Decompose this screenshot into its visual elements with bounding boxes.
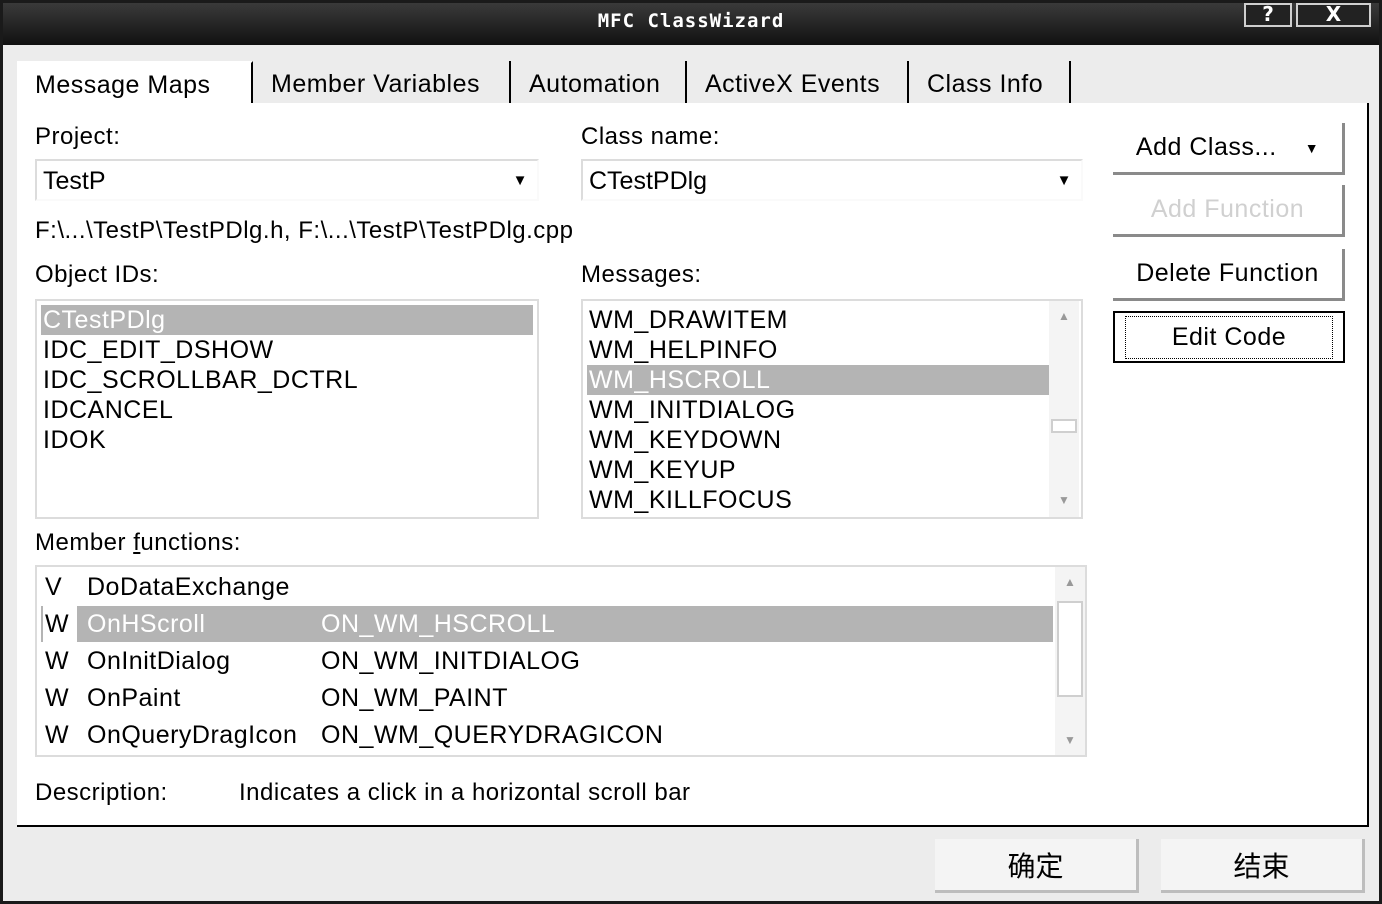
add-class-label: Add Class...: [1135, 133, 1277, 161]
close-button[interactable]: X: [1296, 3, 1371, 27]
member-functions-label: Member functions:: [35, 529, 241, 556]
object-id-item[interactable]: CTestPDlg: [41, 305, 533, 335]
message-item[interactable]: WM_HSCROLL: [587, 365, 1049, 395]
object-id-item[interactable]: IDCANCEL: [41, 395, 173, 425]
chevron-down-icon[interactable]: ▼: [503, 161, 537, 199]
add-class-button[interactable]: Add Class... ▼: [1113, 123, 1345, 175]
scroll-up-icon[interactable]: ▲: [1055, 569, 1085, 595]
help-button[interactable]: ?: [1244, 3, 1292, 27]
scroll-thumb[interactable]: [1057, 601, 1083, 697]
member-function-row[interactable]: W OnQueryDragIcon ON_WM_QUERYDRAGICON: [41, 717, 1053, 753]
object-id-item[interactable]: IDC_EDIT_DSHOW: [41, 335, 274, 365]
function-handler: ON_WM_QUERYDRAGICON: [321, 721, 664, 749]
member-functions-scrollbar[interactable]: ▲ ▼: [1055, 567, 1085, 755]
project-label: Project:: [35, 123, 121, 150]
object-id-item[interactable]: IDC_SCROLLBAR_DCTRL: [41, 365, 358, 395]
function-type: W: [45, 647, 70, 675]
edit-code-label: Edit Code: [1124, 315, 1334, 359]
member-functions-list[interactable]: V DoDataExchange W OnHScroll ON_WM_HSCRO…: [35, 565, 1087, 757]
description-label: Description:: [35, 779, 168, 806]
tab-member-variables[interactable]: Member Variables: [253, 61, 511, 107]
function-handler: ON_WM_PAINT: [321, 684, 508, 712]
class-name-label: Class name:: [581, 123, 720, 150]
tab-automation[interactable]: Automation: [511, 61, 687, 107]
function-name: OnInitDialog: [87, 647, 231, 675]
tab-activex-events[interactable]: ActiveX Events: [687, 61, 909, 107]
cancel-button[interactable]: 结束: [1161, 839, 1365, 893]
function-handler: ON_WM_HSCROLL: [321, 610, 556, 638]
ok-button[interactable]: 确定: [935, 839, 1139, 893]
function-name: OnPaint: [87, 684, 181, 712]
object-ids-list[interactable]: CTestPDlg IDC_EDIT_DSHOW IDC_SCROLLBAR_D…: [35, 299, 539, 519]
title-bar[interactable]: MFC ClassWizard ? X: [3, 3, 1379, 45]
function-handler: ON_WM_INITDIALOG: [321, 647, 581, 675]
object-id-item[interactable]: IDOK: [41, 425, 106, 455]
delete-function-button[interactable]: Delete Function: [1113, 249, 1345, 301]
member-function-row[interactable]: W OnPaint ON_WM_PAINT: [41, 680, 1053, 716]
edit-code-button[interactable]: Edit Code: [1113, 311, 1345, 363]
member-function-row[interactable]: V DoDataExchange: [41, 569, 1053, 605]
scroll-up-icon[interactable]: ▲: [1049, 303, 1079, 329]
scroll-thumb[interactable]: [1051, 419, 1077, 433]
chevron-down-icon: ▼: [1304, 139, 1320, 156]
scroll-down-icon[interactable]: ▼: [1055, 727, 1085, 753]
message-item[interactable]: WM_DRAWITEM: [587, 305, 788, 335]
member-function-row[interactable]: W OnInitDialog ON_WM_INITDIALOG: [41, 643, 1053, 679]
message-item[interactable]: WM_KILLFOCUS: [587, 485, 792, 515]
project-value: TestP: [43, 167, 106, 195]
class-name-combo[interactable]: CTestPDlg ▼: [581, 159, 1083, 201]
message-maps-page: Project: TestP ▼ Class name: CTestPDlg ▼…: [17, 103, 1369, 827]
message-item[interactable]: WM_INITDIALOG: [587, 395, 796, 425]
messages-label: Messages:: [581, 261, 702, 288]
file-path: F:\...\TestP\TestPDlg.h, F:\...\TestP\Te…: [35, 217, 574, 244]
message-item[interactable]: WM_HELPINFO: [587, 335, 778, 365]
scroll-down-icon[interactable]: ▼: [1049, 487, 1079, 513]
object-ids-label: Object IDs:: [35, 261, 160, 288]
tab-message-maps[interactable]: Message Maps: [17, 61, 253, 107]
description-text: Indicates a click in a horizontal scroll…: [239, 779, 691, 806]
chevron-down-icon[interactable]: ▼: [1047, 161, 1081, 199]
function-type: W: [43, 606, 77, 642]
tab-strip: Message Maps Member Variables Automation…: [17, 61, 1097, 107]
message-item[interactable]: WM_KEYDOWN: [587, 425, 782, 455]
messages-scrollbar[interactable]: ▲ ▼: [1049, 301, 1079, 517]
class-name-value: CTestPDlg: [589, 167, 708, 195]
tab-class-info[interactable]: Class Info: [909, 61, 1071, 107]
function-type: W: [45, 684, 70, 712]
classwizard-window: MFC ClassWizard ? X Message Maps Member …: [0, 0, 1382, 904]
add-function-button[interactable]: Add Function: [1113, 185, 1345, 237]
window-title: MFC ClassWizard: [597, 10, 785, 32]
messages-list[interactable]: WM_DRAWITEM WM_HELPINFO WM_HSCROLL WM_IN…: [581, 299, 1083, 519]
function-name: DoDataExchange: [87, 573, 290, 601]
function-name: OnQueryDragIcon: [87, 721, 298, 749]
message-item[interactable]: WM_KEYUP: [587, 455, 736, 485]
function-type: W: [45, 721, 70, 749]
function-type: V: [45, 573, 63, 601]
project-combo[interactable]: TestP ▼: [35, 159, 539, 201]
member-function-row[interactable]: W OnHScroll ON_WM_HSCROLL: [41, 606, 1053, 642]
function-name: OnHScroll: [87, 610, 206, 638]
